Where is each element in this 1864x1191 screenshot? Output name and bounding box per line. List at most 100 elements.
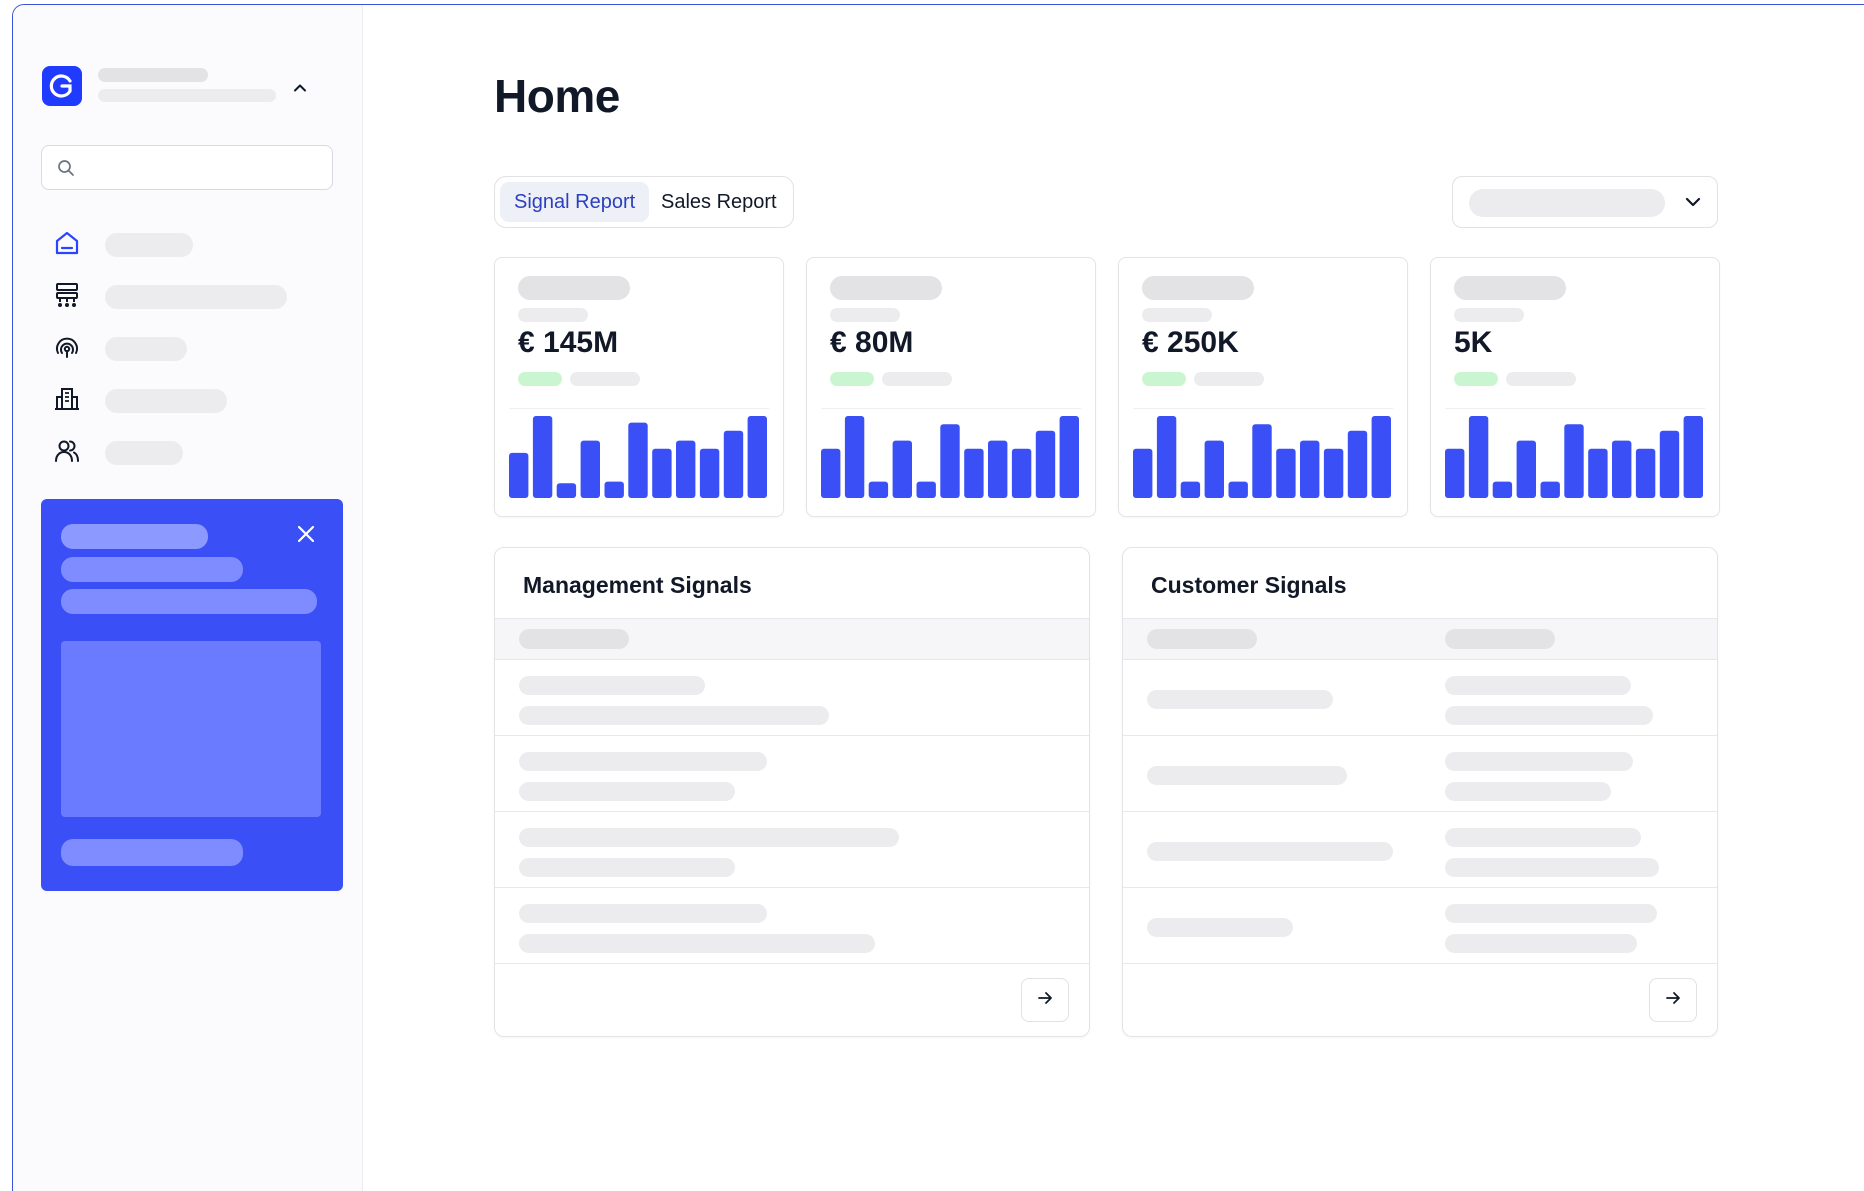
chart-bar: [1445, 448, 1465, 498]
cell-placeholder: [1147, 842, 1393, 861]
arrow-right-icon: [1036, 989, 1054, 1012]
table-row[interactable]: [1123, 660, 1717, 736]
chart-bar: [723, 430, 744, 498]
kpi-card[interactable]: 5K: [1430, 257, 1720, 517]
kpi-card[interactable]: € 250K: [1118, 257, 1408, 517]
workspace-subtitle-placeholder: [98, 89, 276, 102]
chart-bar: [1300, 440, 1320, 498]
chart-bar: [1252, 424, 1272, 498]
cell-placeholder: [1147, 766, 1347, 785]
promo-button-placeholder[interactable]: [61, 839, 243, 866]
kpi-value: 5K: [1454, 326, 1493, 359]
kpi-trend-badge: [1142, 372, 1186, 386]
page-title: Home: [494, 70, 620, 122]
view-more-button[interactable]: [1649, 978, 1697, 1022]
chart-bar: [1204, 440, 1224, 498]
cell-placeholder: [519, 858, 735, 877]
search-input[interactable]: [84, 154, 324, 182]
chart-bar: [1659, 430, 1680, 498]
tab-signal-report[interactable]: Signal Report: [500, 182, 650, 222]
tab-sales-report[interactable]: Sales Report: [647, 182, 791, 222]
chart-bar: [676, 440, 696, 498]
card-title: Customer Signals: [1151, 572, 1347, 598]
cell-placeholder: [1445, 782, 1611, 801]
app-window: Home Signal Report Sales Report € 145M €…: [12, 4, 1864, 1191]
column-header-placeholder: [519, 629, 629, 649]
chart-bar: [1683, 416, 1703, 498]
promo-text-placeholder: [61, 589, 317, 614]
kpi-sublabel-placeholder: [518, 308, 588, 322]
kpi-label-placeholder: [1454, 276, 1566, 300]
chart-bar: [916, 481, 936, 498]
cell-placeholder: [1445, 752, 1633, 771]
close-icon[interactable]: [295, 523, 317, 545]
cell-placeholder: [519, 706, 829, 725]
nav-item-companies[interactable]: [53, 381, 303, 417]
kpi-card[interactable]: € 80M: [806, 257, 1096, 517]
card-title: Management Signals: [523, 572, 752, 598]
kpi-sublabel-placeholder: [1142, 308, 1212, 322]
customer-signals-card: Customer Signals: [1122, 547, 1718, 1037]
chart-bar: [1133, 448, 1153, 498]
column-header-placeholder: [1147, 629, 1257, 649]
kpi-trend-text-placeholder: [570, 372, 640, 386]
chart-bar: [892, 440, 912, 498]
chart-bar: [1564, 424, 1584, 498]
cell-placeholder: [519, 752, 767, 771]
kpi-value: € 145M: [518, 326, 619, 359]
chart-bar: [1492, 481, 1513, 498]
report-tabs: Signal Report Sales Report: [494, 176, 794, 228]
table-row[interactable]: [1123, 812, 1717, 888]
nav-item-home[interactable]: [53, 225, 303, 261]
main-content: Home Signal Report Sales Report € 145M €…: [363, 5, 1864, 1191]
workspace-logo-icon[interactable]: [42, 66, 82, 106]
table-row[interactable]: [495, 812, 1089, 888]
chart-bar: [1371, 416, 1391, 498]
chart-bar: [1540, 481, 1560, 498]
nav-item-people[interactable]: [53, 433, 303, 469]
kpi-bar-chart: [821, 416, 1079, 498]
nav-item-signals[interactable]: [53, 329, 303, 365]
chart-bar: [1588, 448, 1608, 498]
cell-placeholder: [1147, 918, 1293, 937]
chart-bar: [844, 416, 865, 498]
kpi-trend-text-placeholder: [1194, 372, 1264, 386]
table-header: [1123, 618, 1717, 660]
promo-title-placeholder: [61, 524, 208, 549]
kpi-card[interactable]: € 145M: [494, 257, 784, 517]
view-more-button[interactable]: [1021, 978, 1069, 1022]
kpi-sublabel-placeholder: [1454, 308, 1524, 322]
chevron-up-icon[interactable]: [289, 77, 311, 99]
chart-bar: [1059, 416, 1079, 498]
management-signals-card: Management Signals: [494, 547, 1090, 1037]
chart-bar: [821, 448, 841, 498]
nav-label-placeholder: [105, 389, 227, 413]
table-row[interactable]: [495, 660, 1089, 736]
cell-placeholder: [1445, 706, 1653, 725]
nav-item-structure[interactable]: [53, 277, 303, 313]
promo-text-placeholder: [61, 557, 243, 582]
cell-placeholder: [519, 782, 735, 801]
kpi-value: € 250K: [1142, 326, 1239, 359]
kpi-value: € 80M: [830, 326, 914, 359]
kpi-trend-text-placeholder: [1506, 372, 1576, 386]
table-row[interactable]: [1123, 736, 1717, 812]
chart-bar: [509, 452, 529, 498]
table-row[interactable]: [1123, 888, 1717, 964]
chart-bar: [652, 448, 672, 498]
table-row[interactable]: [495, 736, 1089, 812]
users-icon: [53, 437, 81, 465]
kpi-bar-chart: [1445, 416, 1703, 498]
chart-bar: [1612, 440, 1632, 498]
chart-bar: [1156, 416, 1177, 498]
table-row[interactable]: [495, 888, 1089, 964]
nav-label-placeholder: [105, 441, 183, 465]
chart-bar: [604, 481, 624, 498]
cell-placeholder: [1445, 828, 1641, 847]
chart-bar: [1180, 481, 1201, 498]
chart-bar: [628, 422, 648, 498]
kpi-trend-badge: [518, 372, 562, 386]
search-box[interactable]: [41, 145, 333, 190]
filter-dropdown[interactable]: [1452, 176, 1718, 228]
chart-bar: [1276, 448, 1296, 498]
